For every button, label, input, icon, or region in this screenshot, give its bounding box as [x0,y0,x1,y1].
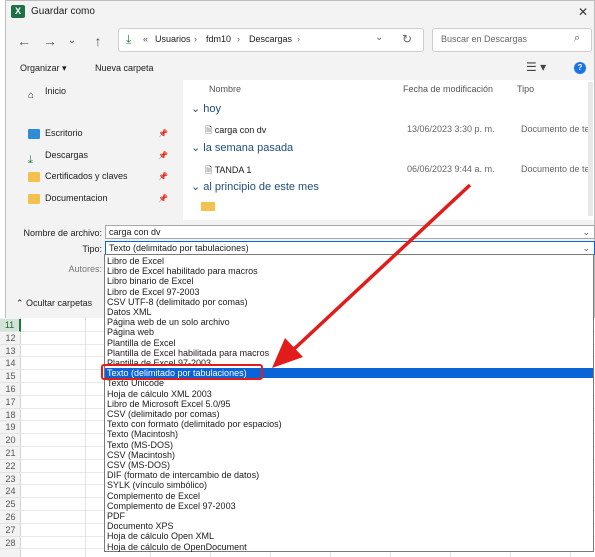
annotation-arrow [272,183,472,368]
